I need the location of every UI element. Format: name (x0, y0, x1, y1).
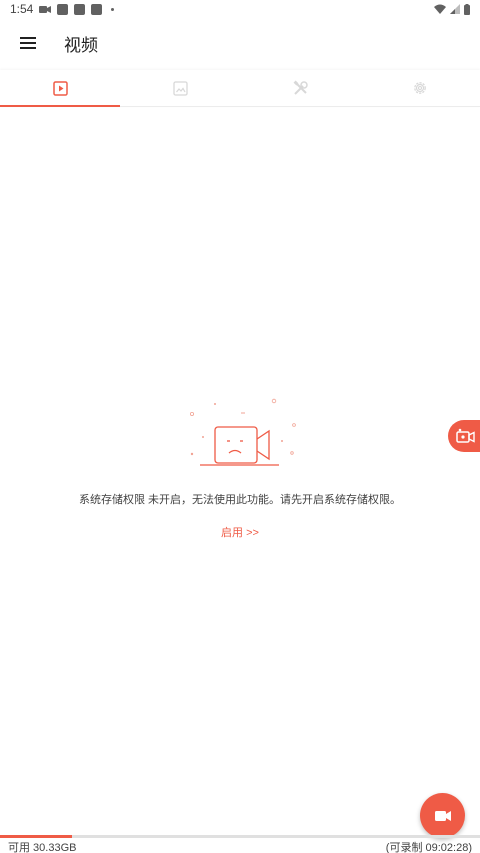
sad-video-camera-icon (189, 398, 296, 466)
video-camera-icon (434, 810, 451, 821)
notification-icon (57, 3, 69, 15)
hamburger-menu-icon (20, 37, 36, 49)
tab-settings[interactable] (360, 70, 480, 106)
status-time: 1:54 (10, 2, 34, 16)
status-left: 1:54 (10, 2, 115, 16)
tab-image[interactable] (120, 70, 240, 106)
storage-progress-bar (0, 835, 480, 838)
tab-video[interactable] (0, 70, 120, 107)
more-notifications-icon (111, 7, 115, 11)
status-right (434, 3, 470, 15)
wifi-icon (434, 4, 446, 14)
notification-icon (91, 3, 103, 15)
menu-button[interactable] (0, 18, 56, 68)
status-bar: 1:54 (0, 0, 480, 18)
notification-icon (74, 3, 86, 15)
page-title: 视频 (64, 35, 98, 55)
floating-record-button[interactable] (448, 420, 480, 452)
camera-record-icon (456, 428, 475, 443)
app-bar: 视频 (0, 18, 480, 68)
storage-available: 可用 30.33GB (8, 842, 77, 853)
tools-icon (293, 80, 308, 95)
storage-progress-fill (0, 835, 72, 838)
image-icon (172, 80, 188, 96)
storage-info: 可用 30.33GB (可录制 09:02:28) (0, 839, 480, 853)
tab-tools[interactable] (240, 70, 360, 106)
enable-permission-link[interactable]: 启用 >> (221, 524, 259, 540)
record-fab-button[interactable] (420, 793, 465, 838)
empty-state: 系统存储权限 未开启，无法使用此功能。请先开启系统存储权限。 启用 >> (0, 395, 480, 541)
camera-status-icon (39, 5, 52, 13)
battery-icon (464, 3, 470, 15)
permission-message: 系统存储权限 未开启，无法使用此功能。请先开启系统存储权限。 (78, 494, 402, 506)
tab-bar (0, 70, 480, 107)
signal-icon (450, 4, 460, 14)
gear-icon (414, 82, 426, 94)
video-play-icon (52, 80, 68, 96)
recordable-time: (可录制 09:02:28) (385, 842, 472, 853)
